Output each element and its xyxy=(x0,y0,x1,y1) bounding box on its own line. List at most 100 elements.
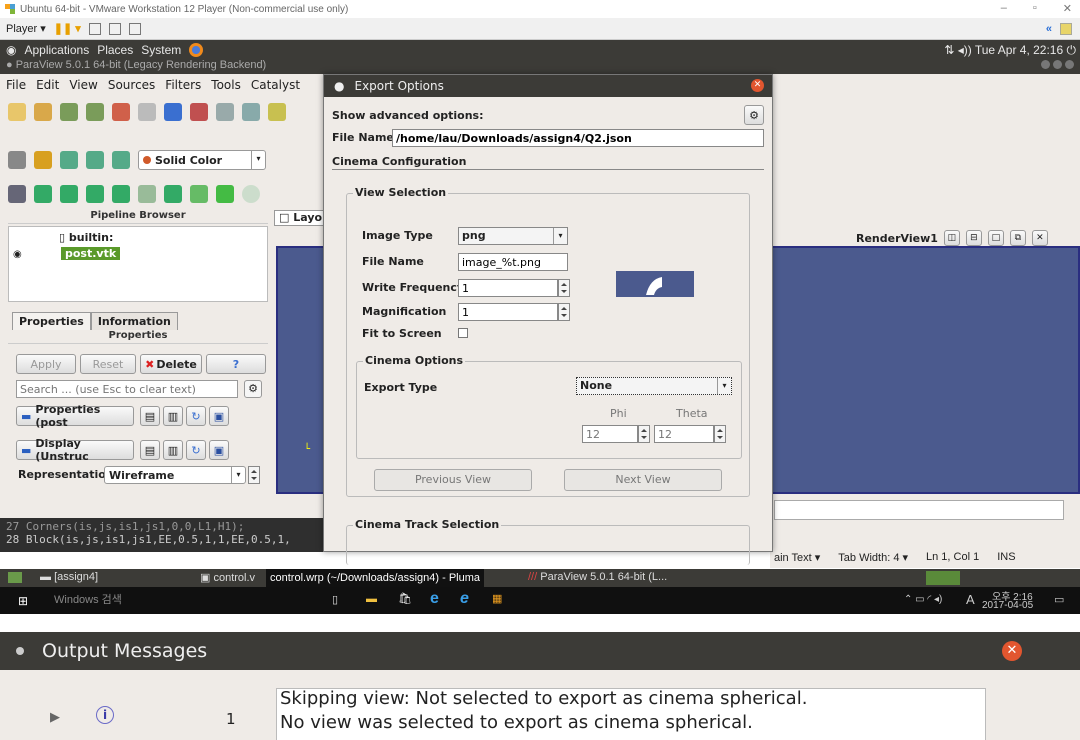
properties-search-input[interactable] xyxy=(16,380,238,398)
minimize-icon[interactable]: – xyxy=(1001,2,1007,15)
color-map-editor-icon[interactable] xyxy=(34,151,52,169)
expand-arrow-icon[interactable]: ▶ xyxy=(50,710,60,725)
power-icon[interactable]: ⏻ xyxy=(1067,43,1077,57)
slice-icon[interactable] xyxy=(86,185,104,203)
pluma-text-field[interactable] xyxy=(774,500,1064,520)
extract-subset-icon[interactable] xyxy=(138,185,156,203)
reset-session-icon[interactable] xyxy=(242,103,260,121)
vmware-taskbar-icon[interactable]: ▦ xyxy=(492,592,502,605)
open-recent-icon[interactable] xyxy=(34,103,52,121)
export-type-select[interactable]: None ▾ xyxy=(576,377,732,395)
group-datasets-icon[interactable] xyxy=(242,185,260,203)
syntax-mode[interactable]: ain Text ▾ xyxy=(774,551,820,564)
help-button[interactable]: ? xyxy=(206,354,266,374)
warp-icon[interactable] xyxy=(216,185,234,203)
network-icon[interactable]: ⇅ xyxy=(944,43,954,57)
apply-button[interactable]: Apply xyxy=(16,354,76,374)
file-name-input[interactable] xyxy=(392,129,764,147)
redo-icon[interactable] xyxy=(138,103,156,121)
menu-filters[interactable]: Filters xyxy=(165,78,201,92)
tab-information[interactable]: Information xyxy=(90,312,178,330)
menu-catalyst[interactable]: Catalyst xyxy=(251,78,300,92)
fit-to-screen-checkbox[interactable] xyxy=(458,328,468,338)
show-desktop-icon[interactable] xyxy=(8,572,22,583)
send-keys-icon[interactable] xyxy=(88,22,101,35)
menu-system[interactable]: System xyxy=(141,43,181,57)
rescale-temporal-icon[interactable] xyxy=(112,151,130,169)
save-state-icon[interactable] xyxy=(86,103,104,121)
phi-spinner[interactable] xyxy=(638,425,650,443)
save-data-icon[interactable] xyxy=(60,103,78,121)
contour-icon[interactable] xyxy=(34,185,52,203)
file-explorer-icon[interactable]: ▬ xyxy=(366,593,377,605)
save-display-icon[interactable]: ▣ xyxy=(209,440,229,460)
write-frequency-input[interactable] xyxy=(458,279,558,297)
menu-sources[interactable]: Sources xyxy=(108,78,155,92)
close-icon[interactable]: ✕ xyxy=(1063,2,1072,15)
toggle-color-legend-icon[interactable] xyxy=(8,151,26,169)
restore-icon[interactable]: ▫ xyxy=(1033,2,1037,15)
task-view-icon[interactable]: ▯ xyxy=(332,593,338,606)
disconnect-icon[interactable] xyxy=(216,103,234,121)
delete-button[interactable]: ✖ Delete xyxy=(140,354,202,374)
pv-minimize-icon[interactable] xyxy=(1041,60,1050,69)
store-icon[interactable]: 🛍 xyxy=(398,592,412,605)
taskbar-item-paraview[interactable]: /// ParaView 5.0.1 64-bit (L... xyxy=(528,571,667,583)
ime-indicator[interactable]: A xyxy=(966,592,975,607)
paste-display-icon[interactable]: ▥ xyxy=(163,440,183,460)
clock[interactable]: Tue Apr 4, 22:16 xyxy=(975,43,1063,57)
restore-defaults-icon[interactable]: ↻ xyxy=(186,406,206,426)
maximize-view-icon[interactable]: □ xyxy=(987,230,1004,246)
windows-start-icon[interactable]: ⊞ xyxy=(18,594,28,608)
rescale-custom-icon[interactable] xyxy=(86,151,104,169)
magnification-input[interactable] xyxy=(458,303,558,321)
close-view-icon[interactable]: ✕ xyxy=(1031,230,1048,246)
windows-search-box[interactable]: Windows 검색 xyxy=(46,591,306,610)
unity-icon[interactable] xyxy=(128,22,141,35)
advanced-gear-icon[interactable]: ⚙ xyxy=(244,380,262,398)
notifications-icon[interactable]: ▭ xyxy=(1054,593,1064,606)
output-close-icon[interactable]: ✕ xyxy=(1002,641,1022,661)
tab-width[interactable]: Tab Width: 4 ▾ xyxy=(838,551,908,564)
representation-select[interactable]: Wireframe ▾ xyxy=(104,466,246,484)
split-horizontal-icon[interactable]: ◫ xyxy=(943,230,960,246)
player-menu[interactable]: Player ▾ xyxy=(6,22,46,35)
restore-display-icon[interactable]: ↻ xyxy=(186,440,206,460)
volume-icon[interactable]: ◂)) xyxy=(958,43,972,57)
theta-spinner[interactable] xyxy=(714,425,726,443)
write-frequency-spinner[interactable] xyxy=(558,279,570,297)
properties-post-button[interactable]: ▬ Properties (post xyxy=(16,403,134,429)
undo-icon[interactable] xyxy=(112,103,130,121)
paste-props-icon[interactable]: ▥ xyxy=(163,406,183,426)
taskbar-item-control[interactable]: ▣ control.v xyxy=(200,571,255,584)
split-vertical-icon[interactable]: ⊟ xyxy=(965,230,982,246)
save-defaults-icon[interactable]: ▣ xyxy=(209,406,229,426)
menu-view[interactable]: View xyxy=(69,78,97,92)
rescale-icon[interactable] xyxy=(60,151,78,169)
library-icon[interactable] xyxy=(1060,22,1072,35)
reset-button[interactable]: Reset xyxy=(80,354,136,374)
menu-applications[interactable]: Applications xyxy=(24,43,89,57)
properties-scroll-spinner[interactable] xyxy=(248,466,260,484)
collapse-icon[interactable]: « xyxy=(1046,23,1052,35)
pv-maximize-icon[interactable] xyxy=(1053,60,1062,69)
ie-icon[interactable]: e xyxy=(460,590,469,608)
edge-icon[interactable]: e xyxy=(430,590,439,608)
tab-properties[interactable]: Properties xyxy=(12,312,91,330)
clip-icon[interactable] xyxy=(60,185,78,203)
dialog-close-icon[interactable]: ✕ xyxy=(751,79,764,92)
help-icon[interactable] xyxy=(164,103,182,121)
firefox-icon[interactable] xyxy=(189,43,204,57)
menu-edit[interactable]: Edit xyxy=(36,78,59,92)
workspace-switcher-icon[interactable] xyxy=(926,571,960,585)
next-view-button[interactable]: Next View xyxy=(564,469,722,491)
system-tray-icons[interactable]: ⌃ ▭ ◜ ◂) xyxy=(904,594,942,605)
eye-icon[interactable]: ◉ xyxy=(13,249,22,260)
copy-display-icon[interactable]: ▤ xyxy=(140,440,160,460)
taskbar-item-assign4[interactable]: ▬ [assign4] xyxy=(40,571,98,583)
display-unstruc-button[interactable]: ▬ Display (Unstruc xyxy=(16,437,134,463)
glyph-icon[interactable] xyxy=(164,185,182,203)
pv-close-icon[interactable] xyxy=(1065,60,1074,69)
previous-view-button[interactable]: Previous View xyxy=(374,469,532,491)
theta-input[interactable] xyxy=(654,425,714,443)
